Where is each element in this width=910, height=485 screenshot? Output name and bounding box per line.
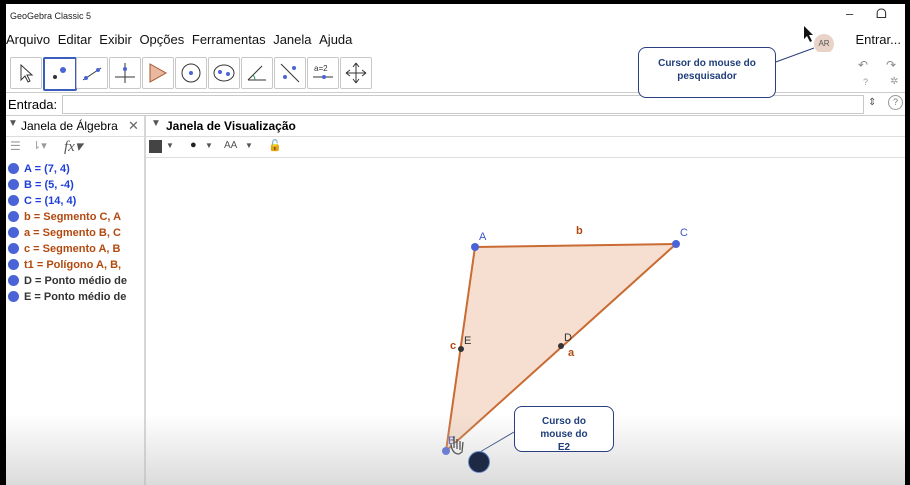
label-e-point: E	[464, 335, 471, 347]
student-cursor-note: Curso do mouse do E2	[514, 406, 614, 453]
point-a[interactable]	[471, 243, 479, 251]
bottom-shadow	[6, 414, 905, 485]
label-segment-a: a	[568, 347, 575, 359]
student-avatar	[468, 451, 490, 473]
researcher-pointer-line	[772, 47, 815, 64]
researcher-cursor-note: Cursor do mouse do pesquisador	[638, 47, 776, 98]
student-note-text: Curso do mouse do E2	[540, 416, 588, 453]
mouse-cursor-icon	[804, 26, 813, 42]
label-c-point: C	[680, 227, 688, 239]
researcher-note-text: Cursor do mouse do pesquisador	[658, 58, 756, 82]
point-c[interactable]	[672, 240, 680, 248]
label-a-point: A	[479, 231, 487, 243]
label-segment-c: c	[450, 340, 456, 352]
label-d-point: D	[564, 332, 572, 344]
label-segment-b: b	[576, 225, 583, 237]
geogebra-window: GeoGebra Classic 5 – ᗝ Arquivo Editar Ex…	[6, 4, 905, 485]
